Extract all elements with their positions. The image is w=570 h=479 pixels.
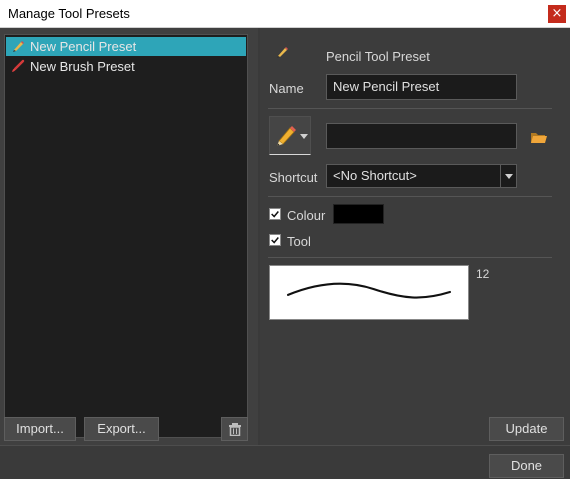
divider — [268, 108, 552, 109]
preset-panel: New Pencil Preset New Brush Preset Impor… — [0, 28, 258, 445]
checkmark-icon — [271, 237, 279, 244]
tool-selector-button[interactable] — [269, 116, 311, 155]
name-input[interactable]: New Pencil Preset — [326, 74, 517, 100]
shortcut-dropdown[interactable]: <No Shortcut> — [326, 164, 517, 188]
brush-icon — [12, 59, 25, 72]
pencil-icon — [13, 41, 24, 52]
chevron-down-icon — [300, 134, 308, 139]
export-button[interactable]: Export... — [84, 417, 159, 441]
shortcut-value: <No Shortcut> — [333, 168, 417, 183]
preset-type-label: Pencil Tool Preset — [326, 49, 430, 64]
stroke-preview — [269, 265, 469, 320]
stroke-size-value: 12 — [476, 267, 490, 281]
import-button[interactable]: Import... — [4, 417, 76, 441]
colour-checkbox[interactable] — [269, 208, 281, 220]
delete-button[interactable] — [221, 417, 248, 441]
preset-item-pencil[interactable]: New Pencil Preset — [6, 37, 246, 56]
chevron-down-icon — [505, 174, 513, 179]
preset-details: Pencil Tool Preset Name New Pencil Prese… — [260, 28, 570, 445]
dialog-footer: Done — [0, 445, 570, 479]
window-title: Manage Tool Presets — [8, 6, 130, 21]
colour-swatch[interactable] — [333, 204, 384, 224]
tool-label: Tool — [287, 234, 311, 249]
trash-icon — [229, 423, 241, 436]
update-button[interactable]: Update — [489, 417, 564, 441]
preset-label: New Brush Preset — [30, 59, 135, 74]
done-button[interactable]: Done — [489, 454, 564, 478]
close-button[interactable]: × — [548, 5, 566, 23]
stroke-preview-curve — [286, 282, 452, 299]
dropdown-arrow[interactable] — [500, 165, 516, 187]
folder-icon[interactable] — [530, 130, 548, 144]
colour-label: Colour — [287, 208, 326, 223]
shortcut-label: Shortcut — [269, 170, 318, 185]
preset-label: New Pencil Preset — [30, 39, 137, 54]
preset-list[interactable]: New Pencil Preset New Brush Preset — [4, 34, 248, 438]
pencil-icon — [277, 126, 296, 146]
divider — [268, 196, 552, 197]
title-bar: Manage Tool Presets × — [0, 0, 570, 28]
divider — [268, 257, 552, 258]
close-icon: × — [551, 6, 563, 21]
checkmark-icon — [271, 211, 279, 218]
dialog-body: New Pencil Preset New Brush Preset Impor… — [0, 28, 570, 479]
preset-path-input[interactable] — [326, 123, 517, 149]
name-label: Name — [269, 81, 304, 96]
pencil-tool-icon — [277, 47, 288, 58]
preset-item-brush[interactable]: New Brush Preset — [6, 57, 246, 76]
tool-checkbox[interactable] — [269, 234, 281, 246]
